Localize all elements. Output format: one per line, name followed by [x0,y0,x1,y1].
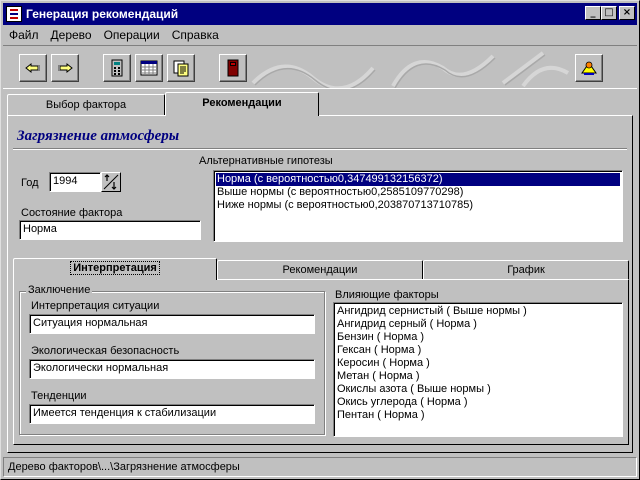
trends-label: Тенденции [31,390,87,402]
menu-bar: Файл Дерево Операции Справка [3,26,225,44]
help-button[interactable] [575,54,603,82]
menu-operations[interactable]: Операции [98,28,166,42]
minimize-button[interactable]: _ [585,6,601,20]
book-button[interactable] [219,54,247,82]
tab-recommendations[interactable]: Рекомендации [165,92,319,116]
book-icon [227,59,239,77]
title-bar[interactable]: Генерация рекомендаций _ □ × [3,3,637,25]
trends-field[interactable]: Имеется тенденция к стабилизации [29,404,315,424]
factor-title: Загрязнение атмосферы [13,125,627,149]
situation-field[interactable]: Ситуация нормальная [29,314,315,334]
list-item[interactable]: Метан ( Норма ) [336,370,620,383]
app-icon[interactable] [6,6,22,22]
influencing-label: Влияющие факторы [335,289,439,301]
calendar-icon [140,60,158,76]
copy-document-button[interactable] [167,54,195,82]
calendar-button[interactable] [135,54,163,82]
list-item[interactable]: Керосин ( Норма ) [336,357,620,370]
hypothesis-item-below[interactable]: Ниже нормы (с вероятностью0,203870713710… [216,199,620,212]
factor-state-label: Состояние фактора [21,207,123,219]
factor-state-field[interactable]: Норма [19,220,201,240]
situation-label: Интерпретация ситуации [31,300,160,312]
back-button[interactable] [19,54,47,82]
tab-chart[interactable]: График [423,260,629,280]
back-arrow-icon [25,62,40,74]
help-icon [581,61,597,75]
main-window: Генерация рекомендаций _ □ × Файл Дерево… [0,0,640,480]
year-input[interactable]: 1994 [49,172,101,192]
year-label: Год [21,177,39,189]
tab-interpretation[interactable]: Интерпретация [13,258,217,280]
list-item[interactable]: Пентан ( Норма ) [336,409,620,422]
window-controls: _ □ × [585,6,635,20]
safety-field[interactable]: Экологически нормальная [29,359,315,379]
top-tab-strip: Выбор фактора Рекомендации [7,92,631,116]
hypothesis-item-norm[interactable]: Норма (с вероятностью0,347499132156372) [216,173,620,186]
toolbar [3,45,637,89]
menu-file[interactable]: Файл [3,28,45,42]
toolbar-background-ornament-icon [251,51,570,88]
hypotheses-list[interactable]: Норма (с вероятностью0,347499132156372) … [213,170,623,242]
influencing-factors-list[interactable]: Ангидрид сернистый ( Выше нормы ) Ангидр… [333,302,623,437]
menu-help[interactable]: Справка [166,28,225,42]
list-item[interactable]: Окись углерода ( Норма ) [336,396,620,409]
calculator-button[interactable] [103,54,131,82]
safety-label: Экологическая безопасность [31,345,180,357]
tab-interpretation-label: Интерпретация [70,261,160,275]
list-item[interactable]: Ангидрид серный ( Норма ) [336,318,620,331]
forward-button[interactable] [51,54,79,82]
inner-tab-strip: Интерпретация Рекомендации График [13,258,629,280]
hypothesis-item-above[interactable]: Выше нормы (с вероятностью0,258510977029… [216,186,620,199]
list-item[interactable]: Ангидрид сернистый ( Выше нормы ) [336,305,620,318]
window-title: Генерация рекомендаций [26,7,179,21]
up-down-arrows-icon [103,174,119,190]
copy-document-icon [173,60,189,77]
list-item[interactable]: Гексан ( Норма ) [336,344,620,357]
tab-factor-selection[interactable]: Выбор фактора [7,94,165,116]
list-item[interactable]: Окислы азота ( Выше нормы ) [336,383,620,396]
close-button[interactable]: × [619,6,635,20]
menu-tree[interactable]: Дерево [45,28,98,42]
maximize-button[interactable]: □ [601,6,617,20]
calculator-icon [111,59,123,77]
status-bar: Дерево факторов\...\Загрязнение атмосфер… [3,457,637,477]
conclusion-legend: Заключение [26,284,93,296]
forward-arrow-icon [58,62,73,74]
hypotheses-label: Альтернативные гипотезы [199,155,333,167]
year-spinner[interactable] [101,172,121,192]
list-item[interactable]: Бензин ( Норма ) [336,331,620,344]
tab-inner-recommendations[interactable]: Рекомендации [217,260,423,280]
